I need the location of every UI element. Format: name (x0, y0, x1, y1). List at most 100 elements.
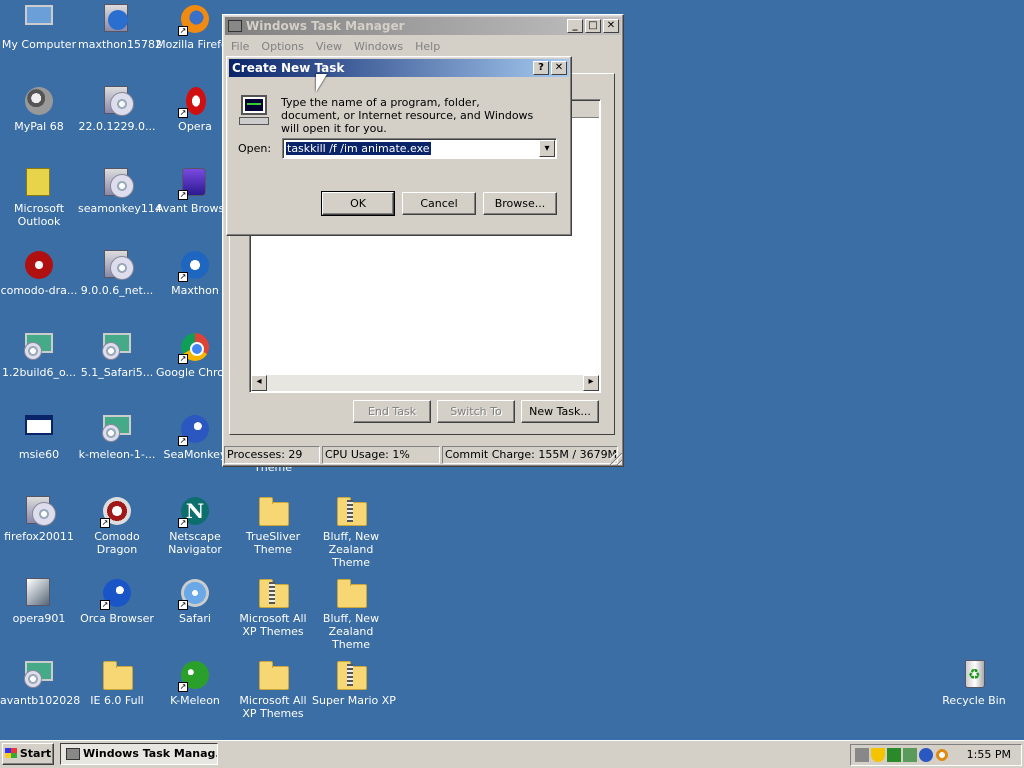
netscape-icon: N ↗ (178, 494, 212, 528)
desktop-icon-22-0-1229[interactable]: 22.0.1229.0... (78, 84, 156, 133)
desktop-icon-label: 22.0.1229.0... (78, 120, 156, 133)
taskbar: Start Windows Task Manag... 1:55 PM (0, 740, 1024, 768)
desktop-icon-bluff-theme[interactable]: Bluff, New Zealand Theme (312, 576, 390, 651)
desktop-icon-bluff-theme-zip[interactable]: Bluff, New Zealand Theme (312, 494, 390, 569)
network-icon[interactable] (887, 748, 901, 762)
raccoon-icon (22, 84, 56, 118)
opera-icon: ↗ (178, 84, 212, 118)
desktop-icon-5-1-safari[interactable]: 5.1_Safari5... (78, 330, 156, 379)
taskbar-button-task-manager[interactable]: Windows Task Manag... (60, 743, 218, 765)
desktop-icon-9-0-0-6[interactable]: 9.0.0.6_net... (78, 248, 156, 297)
desktop-icon-orca-browser[interactable]: ↗ Orca Browser (78, 576, 156, 625)
desktop-icon-label: comodo-dra... (0, 284, 78, 297)
installer-icon (100, 248, 134, 282)
desktop-icon-netscape-navigator[interactable]: N ↗ Netscape Navigator (156, 494, 234, 556)
browser-tray-icon[interactable] (919, 748, 933, 762)
open-combobox[interactable]: taskkill /f /im animate.exe ▾ (282, 138, 557, 159)
close-button[interactable]: ✕ (603, 19, 619, 33)
resize-grip-icon[interactable] (610, 453, 622, 465)
chevron-down-icon[interactable]: ▾ (539, 140, 555, 157)
desktop-icon-recycle-bin[interactable]: ♻ Recycle Bin (935, 658, 1013, 707)
installer-icon (22, 658, 56, 692)
desktop-icon-label: MyPal 68 (14, 120, 64, 133)
task-manager-titlebar[interactable]: Windows Task Manager _ □ ✕ (225, 17, 621, 35)
desktop-icon-maxthon15782[interactable]: maxthon15782 (78, 2, 162, 51)
minimize-button[interactable]: _ (567, 19, 583, 33)
shortcut-arrow-icon: ↗ (178, 436, 188, 446)
horizontal-scrollbar[interactable]: ◂ ▸ (251, 375, 599, 391)
desktop-icon-label: k-meleon-1-... (78, 448, 156, 461)
dialog-titlebar[interactable]: Create New Task ? ✕ (229, 59, 569, 77)
desktop-icon-label: Comodo Dragon (94, 530, 140, 556)
system-tray: 1:55 PM (850, 744, 1022, 766)
open-input[interactable]: taskkill /f /im animate.exe (286, 142, 431, 155)
orca-icon: ↗ (100, 576, 134, 610)
help-button[interactable]: ? (533, 61, 549, 75)
maxthon-icon: ↗ (178, 248, 212, 282)
dialog-title: Create New Task (232, 61, 345, 75)
desktop-icon-label: My Computer (1, 38, 77, 51)
desktop-icon-label: Recycle Bin (942, 694, 1006, 707)
desktop-icon-label: seamonkey114 (78, 202, 162, 215)
dialog-close-button[interactable]: ✕ (551, 61, 567, 75)
browse-button[interactable]: Browse... (483, 192, 557, 215)
desktop-icon-label: Netscape Navigator (168, 530, 222, 556)
scroll-right-button[interactable]: ▸ (583, 375, 599, 391)
desktop-icon-super-mario-xp[interactable]: Super Mario XP (312, 658, 396, 707)
create-new-task-dialog[interactable]: Create New Task ? ✕ Type the name of a p… (226, 56, 572, 236)
shortcut-arrow-icon: ↗ (178, 272, 188, 282)
menu-options[interactable]: Options (255, 40, 309, 53)
installer-icon (100, 166, 134, 200)
clock[interactable]: 1:55 PM (967, 748, 1011, 761)
desktop-icon-mypal[interactable]: MyPal 68 (0, 84, 78, 133)
desktop-icon-label: firefox20011 (4, 530, 74, 543)
scroll-left-button[interactable]: ◂ (251, 375, 267, 391)
desktop-icon-opera901[interactable]: opera901 (0, 576, 78, 625)
ok-button[interactable]: OK (321, 191, 395, 216)
installer-icon (22, 494, 56, 528)
desktop-icon-ie6-full[interactable]: IE 6.0 Full (78, 658, 156, 707)
start-button[interactable]: Start (2, 743, 54, 765)
desktop-icon-firefox20011[interactable]: firefox20011 (0, 494, 78, 543)
desktop-icon-1-2build6[interactable]: 1.2build6_o... (0, 330, 78, 379)
desktop-icon-seamonkey114[interactable]: seamonkey114 (78, 166, 162, 215)
desktop-icon-comodo-dragon-setup[interactable]: comodo-dra... (0, 248, 78, 297)
desktop-icon-microsoft-all-xp-themes-zip[interactable]: Microsoft All XP Themes (234, 576, 312, 638)
maximize-button[interactable]: □ (585, 19, 601, 33)
shortcut-arrow-icon: ↗ (178, 600, 188, 610)
desktop-icon-outlook[interactable]: Microsoft Outlook (0, 166, 78, 228)
desktop-icon-safari[interactable]: ↗ Safari (156, 576, 234, 625)
desktop-icon-microsoft-all-xp-themes[interactable]: Microsoft All XP Themes (234, 658, 312, 720)
keyboard-icon[interactable] (855, 748, 869, 762)
comodo-icon (22, 248, 56, 282)
speaker-icon[interactable] (903, 748, 917, 762)
end-task-button[interactable]: End Task (353, 400, 431, 423)
status-processes: Processes: 29 (224, 446, 320, 464)
k-meleon-icon: ↗ (178, 658, 212, 692)
cancel-button[interactable]: Cancel (402, 192, 476, 215)
menu-windows[interactable]: Windows (348, 40, 409, 53)
computer-icon (22, 2, 56, 36)
desktop-icon-comodo-dragon[interactable]: ↗ Comodo Dragon (78, 494, 156, 556)
desktop-icon-label: TrueSliver Theme (245, 530, 301, 556)
open-label: Open: (238, 142, 272, 155)
desktop-icon-msie60[interactable]: msie60 (0, 412, 78, 461)
new-task-button[interactable]: New Task... (521, 400, 599, 423)
desktop-icon-label: IE 6.0 Full (90, 694, 144, 707)
folder-icon (334, 576, 368, 610)
search-icon[interactable] (935, 748, 949, 762)
shield-icon[interactable] (871, 748, 885, 762)
desktop-icon-my-computer[interactable]: My Computer (0, 2, 78, 51)
switch-to-button[interactable]: Switch To (437, 400, 515, 423)
desktop-icon-label: Bluff, New Zealand Theme (322, 530, 380, 569)
folder-icon (256, 658, 290, 692)
desktop-icon-k-meleon[interactable]: ↗ K-Meleon (156, 658, 234, 707)
desktop-icon-avantb102028[interactable]: avantb102028 (0, 658, 80, 707)
shortcut-arrow-icon: ↗ (178, 190, 188, 200)
menu-view[interactable]: View (310, 40, 348, 53)
menu-file[interactable]: File (225, 40, 255, 53)
installer-icon (22, 330, 56, 364)
desktop-icon-truesliver-theme[interactable]: TrueSliver Theme (234, 494, 312, 556)
menu-help[interactable]: Help (409, 40, 446, 53)
desktop-icon-k-meleon-setup[interactable]: k-meleon-1-... (78, 412, 156, 461)
